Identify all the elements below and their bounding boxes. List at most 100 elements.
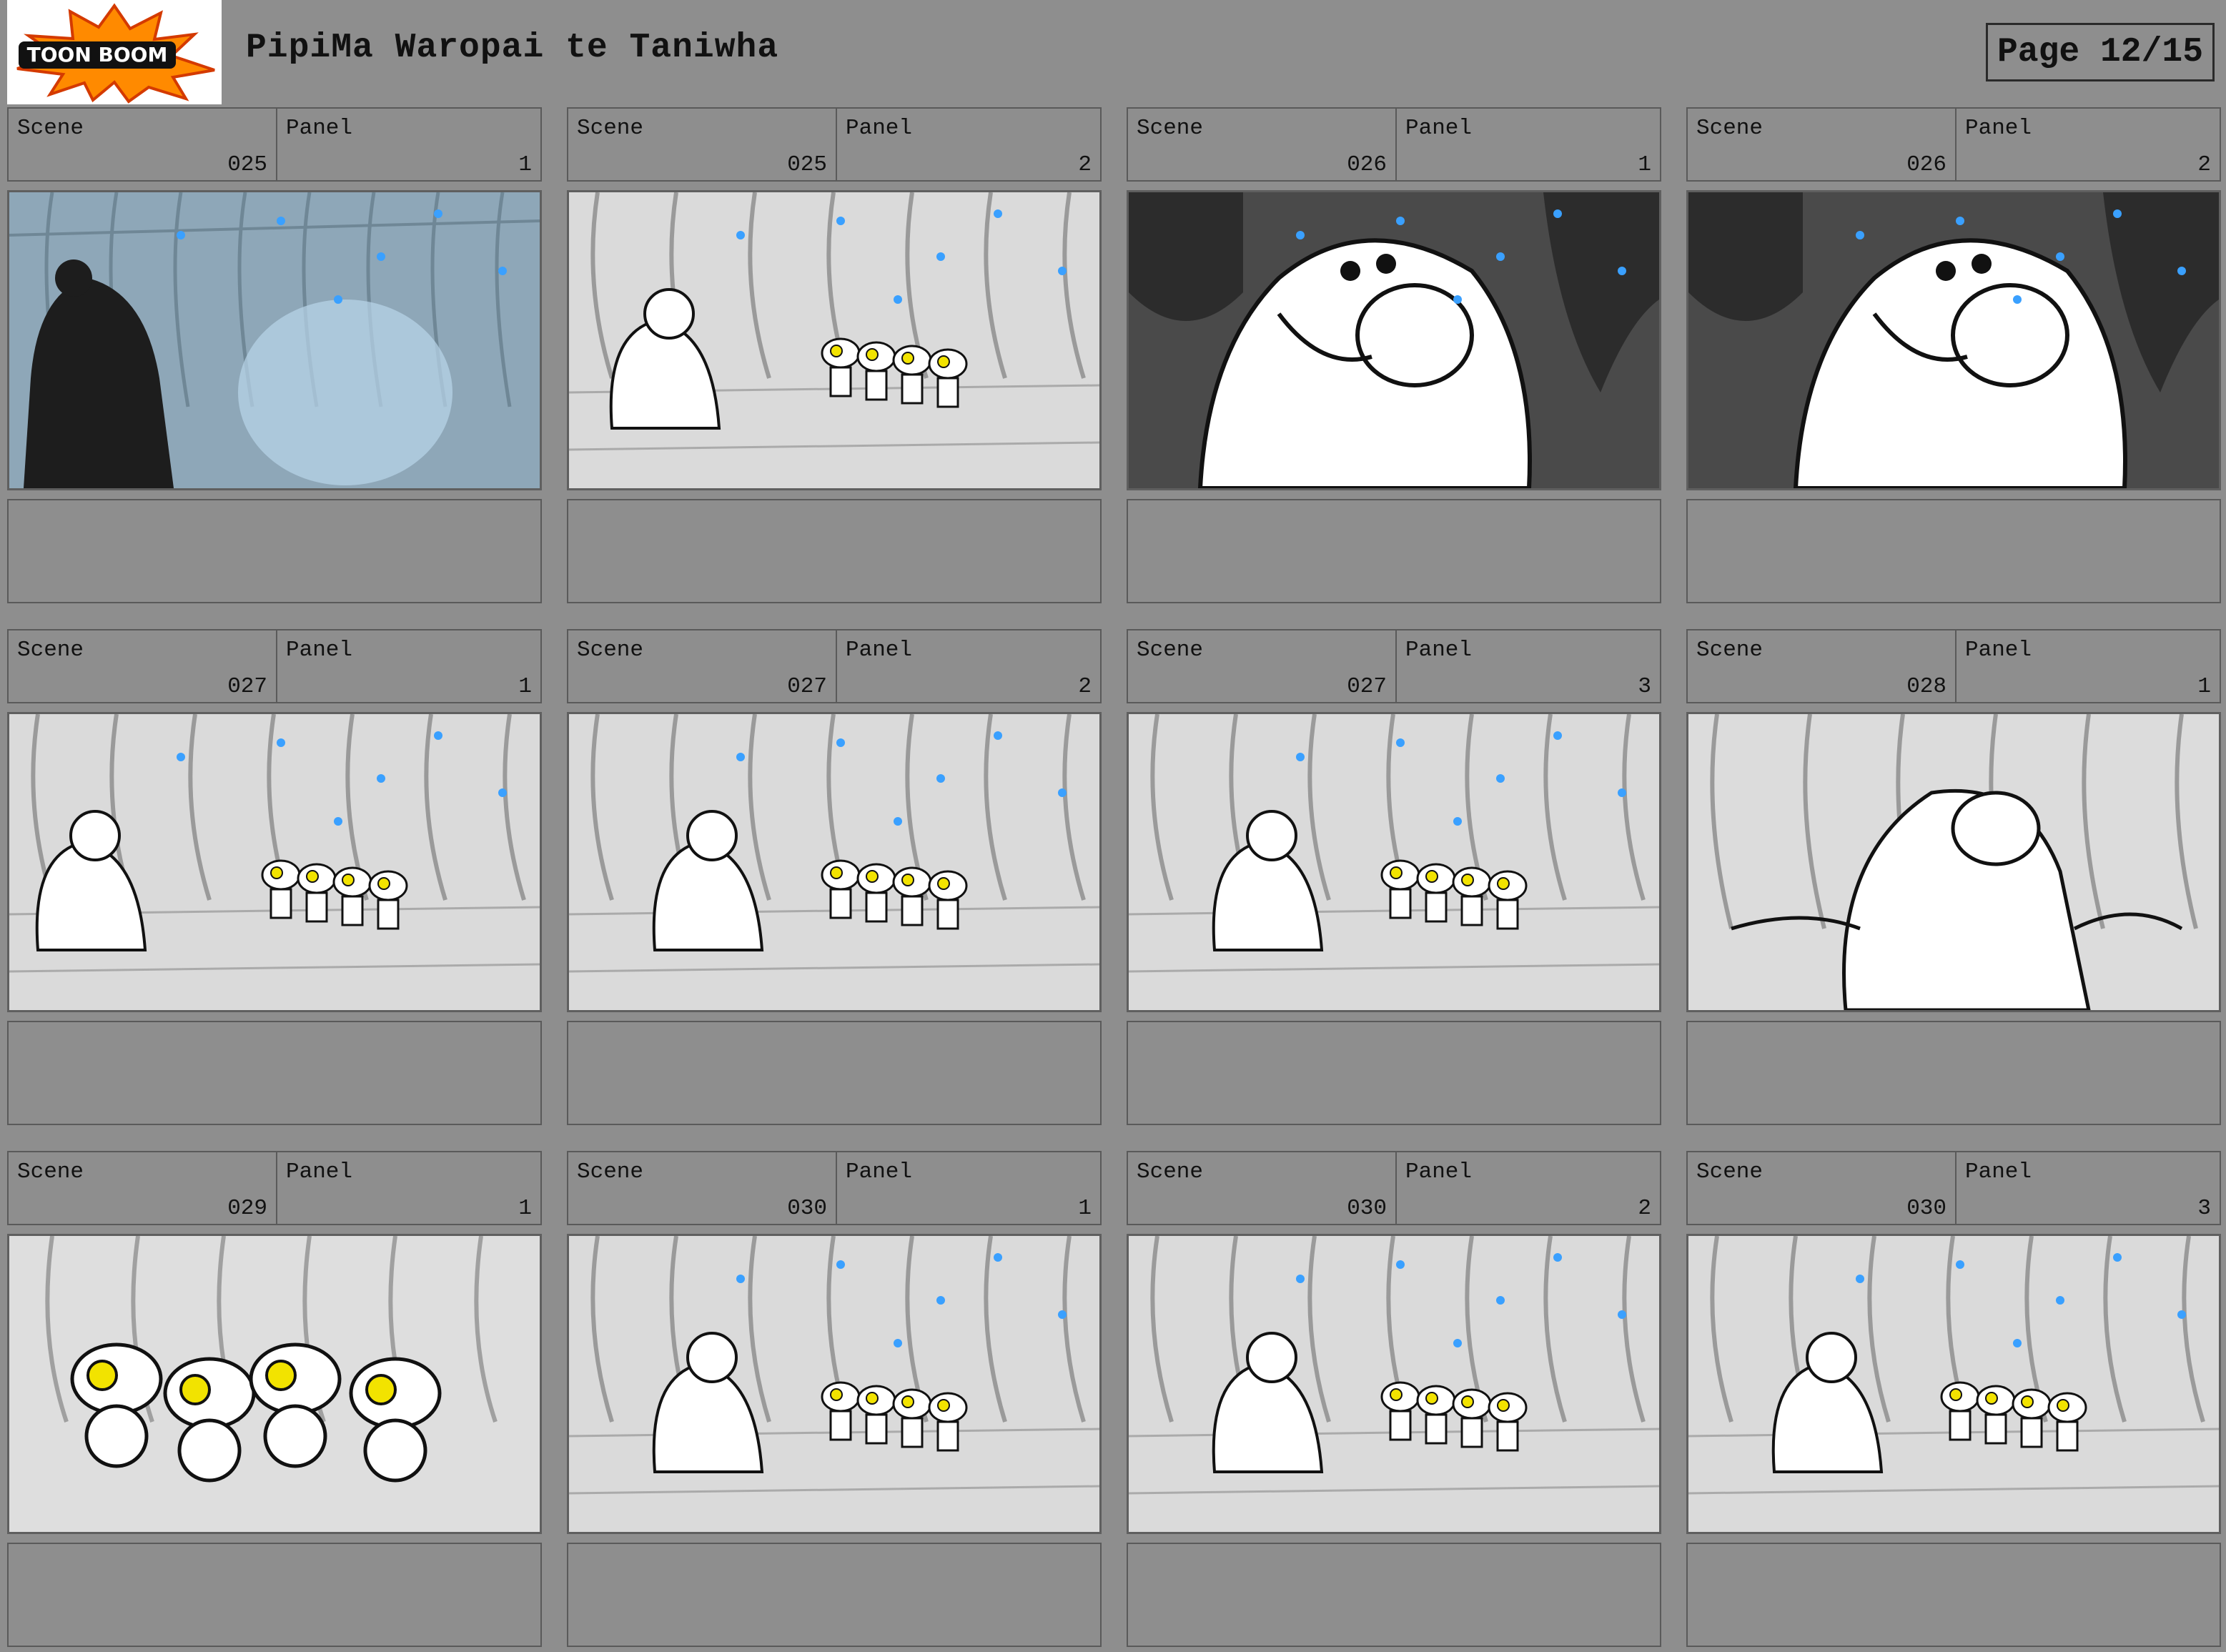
panel-number: 1	[518, 1196, 532, 1221]
sketch-image	[1129, 714, 1659, 1010]
sketch-image	[1688, 714, 2219, 1010]
panel-number: 3	[1638, 674, 1651, 699]
scene-number: 027	[1347, 674, 1387, 699]
panel-header: Scene 027 Panel 1	[7, 629, 542, 703]
panel-notes-field[interactable]	[7, 1021, 542, 1125]
panel-field: Panel 3	[1957, 1152, 2220, 1224]
panel-label: Panel	[286, 638, 353, 663]
panel-number: 2	[1078, 152, 1092, 177]
panel-field: Panel 1	[277, 109, 540, 180]
sketch-image	[1129, 1236, 1659, 1532]
panel-header: Scene 030 Panel 2	[1127, 1151, 1661, 1225]
scene-field: Scene 027	[1128, 630, 1397, 702]
scene-field: Scene 025	[568, 109, 837, 180]
panel-drawing[interactable]	[1686, 1234, 2221, 1534]
panel-drawing[interactable]	[567, 712, 1102, 1012]
panel-field: Panel 2	[837, 630, 1100, 702]
sketch-image	[569, 192, 1099, 488]
panel-field: Panel 2	[837, 109, 1100, 180]
panel-number: 1	[1078, 1196, 1092, 1221]
panel-field: Panel 1	[1957, 630, 2220, 702]
panel-label: Panel	[1965, 1159, 2032, 1184]
panel-header: Scene 030 Panel 1	[567, 1151, 1102, 1225]
panel-field: Panel 3	[1397, 630, 1660, 702]
sketch-image	[9, 192, 540, 488]
scene-number: 027	[787, 674, 827, 699]
storyboard-panel: Scene 026 Panel 2	[1686, 107, 2221, 603]
panel-notes-field[interactable]	[567, 1021, 1102, 1125]
panel-header: Scene 029 Panel 1	[7, 1151, 542, 1225]
panel-field: Panel 2	[1397, 1152, 1660, 1224]
panel-label: Panel	[286, 116, 353, 141]
panel-notes-field[interactable]	[567, 499, 1102, 603]
panel-notes-field[interactable]	[1127, 499, 1661, 603]
panel-notes-field[interactable]	[1686, 1021, 2221, 1125]
panel-field: Panel 1	[277, 630, 540, 702]
scene-number: 028	[1906, 674, 1946, 699]
panel-drawing[interactable]	[1686, 712, 2221, 1012]
scene-number: 030	[787, 1196, 827, 1221]
scene-label: Scene	[1696, 116, 1764, 141]
scene-field: Scene 028	[1688, 630, 1957, 702]
scene-field: Scene 030	[1128, 1152, 1397, 1224]
panel-number: 2	[1078, 674, 1092, 699]
storyboard-panel: Scene 025 Panel 2	[567, 107, 1102, 603]
sketch-image	[9, 714, 540, 1010]
panel-notes-field[interactable]	[7, 1543, 542, 1647]
panel-label: Panel	[1405, 638, 1473, 663]
scene-field: Scene 027	[9, 630, 277, 702]
panel-field: Panel 1	[837, 1152, 1100, 1224]
storyboard-panel: Scene 027 Panel 1	[7, 629, 542, 1125]
scene-label: Scene	[1696, 1159, 1764, 1184]
scene-label: Scene	[17, 116, 84, 141]
scene-field: Scene 026	[1688, 109, 1957, 180]
scene-number: 030	[1347, 1196, 1387, 1221]
panel-drawing[interactable]	[7, 712, 542, 1012]
panel-notes-field[interactable]	[1686, 499, 2221, 603]
scene-number: 025	[227, 152, 267, 177]
toon-boom-logo: TOON BOOM	[7, 0, 222, 104]
panel-drawing[interactable]	[1686, 190, 2221, 490]
panel-drawing[interactable]	[1127, 1234, 1661, 1534]
scene-number: 027	[227, 674, 267, 699]
panel-label: Panel	[1965, 638, 2032, 663]
panel-label: Panel	[1405, 116, 1473, 141]
panel-notes-field[interactable]	[1127, 1543, 1661, 1647]
scene-label: Scene	[1137, 116, 1204, 141]
storyboard-panel: Scene 030 Panel 3	[1686, 1151, 2221, 1647]
sketch-image	[569, 714, 1099, 1010]
panel-drawing[interactable]	[567, 1234, 1102, 1534]
panel-field: Panel 2	[1957, 109, 2220, 180]
panel-label: Panel	[1405, 1159, 1473, 1184]
panel-notes-field[interactable]	[567, 1543, 1102, 1647]
scene-number: 026	[1906, 152, 1946, 177]
scene-label: Scene	[577, 116, 644, 141]
scene-field: Scene 026	[1128, 109, 1397, 180]
panel-notes-field[interactable]	[7, 499, 542, 603]
panel-label: Panel	[846, 116, 913, 141]
panel-drawing[interactable]	[567, 190, 1102, 490]
panel-field: Panel 1	[1397, 109, 1660, 180]
panel-header: Scene 025 Panel 2	[567, 107, 1102, 182]
panel-notes-field[interactable]	[1686, 1543, 2221, 1647]
panel-number: 1	[518, 152, 532, 177]
panel-header: Scene 027 Panel 3	[1127, 629, 1661, 703]
panel-drawing[interactable]	[7, 190, 542, 490]
panel-notes-field[interactable]	[1127, 1021, 1661, 1125]
panel-number: 1	[518, 674, 532, 699]
panel-drawing[interactable]	[1127, 190, 1661, 490]
panel-number: 1	[1638, 152, 1651, 177]
page-indicator: Page 12/15	[1986, 23, 2215, 81]
storyboard-panel: Scene 027 Panel 3	[1127, 629, 1661, 1125]
scene-label: Scene	[577, 638, 644, 663]
panel-drawing[interactable]	[7, 1234, 542, 1534]
panel-header: Scene 026 Panel 2	[1686, 107, 2221, 182]
scene-number: 030	[1906, 1196, 1946, 1221]
storyboard-panel: Scene 029 Panel 1	[7, 1151, 542, 1647]
panel-header: Scene 030 Panel 3	[1686, 1151, 2221, 1225]
scene-label: Scene	[1696, 638, 1764, 663]
panel-field: Panel 1	[277, 1152, 540, 1224]
sketch-image	[1688, 1236, 2219, 1532]
panel-drawing[interactable]	[1127, 712, 1661, 1012]
scene-field: Scene 029	[9, 1152, 277, 1224]
